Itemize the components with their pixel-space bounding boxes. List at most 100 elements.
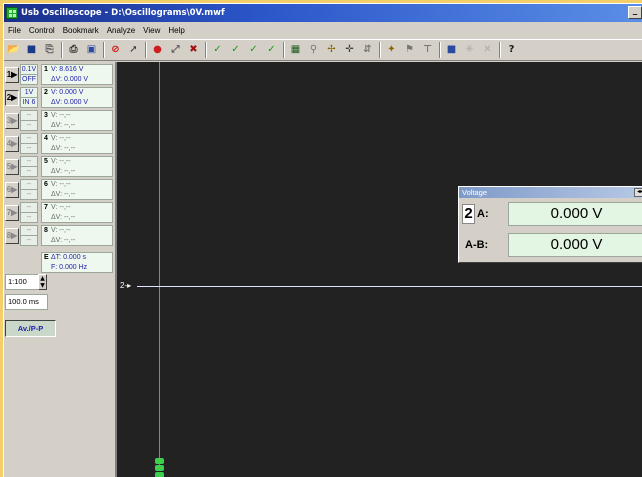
channel-3-coupling: -- xyxy=(26,122,32,129)
check-b-icon[interactable]: ✓ xyxy=(264,42,279,58)
menu-view[interactable]: View xyxy=(139,22,164,39)
channel-8-voltage: V: --,-- xyxy=(51,227,71,234)
channel-7-number: 7 xyxy=(44,204,48,211)
clear-icon[interactable]: ✳ xyxy=(462,42,477,58)
channel-6-toggle-button[interactable]: 6▶ xyxy=(5,182,19,198)
cursor-align-icon[interactable]: ⇵ xyxy=(360,42,375,58)
channel-4-coupling: -- xyxy=(26,145,32,152)
channel-2-toggle-button[interactable]: 2▶ xyxy=(5,90,19,106)
voltage-row-ab: A-B: 0.000 V xyxy=(461,231,642,259)
delta-time-value: ΔT: 0.000 s xyxy=(51,254,87,261)
export-icon[interactable]: ⎘ xyxy=(42,42,57,58)
channel-4-toggle-button[interactable]: 4▶ xyxy=(5,136,19,152)
channel-1-toggle-button[interactable]: 1▶ xyxy=(5,67,19,83)
menu-bookmark[interactable]: Bookmark xyxy=(59,22,103,39)
open-icon[interactable]: 📂 xyxy=(6,42,21,58)
menu-file[interactable]: File xyxy=(4,22,25,39)
trigger-icon[interactable]: ⊤ xyxy=(420,42,435,58)
vertical-cursor-line[interactable] xyxy=(159,62,160,467)
channel-2-marker[interactable]: 2-▸ xyxy=(120,279,131,293)
save-icon[interactable]: ■ xyxy=(24,42,39,58)
voltage-ab-label: A-B: xyxy=(465,239,489,251)
print-icon[interactable]: ⎙ xyxy=(66,42,81,58)
voltage-channel-number[interactable]: 2 xyxy=(462,204,475,224)
channel-1-coupling: OFF xyxy=(22,76,36,83)
frequency-value: F: 0.000 Hz xyxy=(51,264,88,271)
run-icon[interactable]: ➚ xyxy=(126,42,141,58)
channel-panel: 1▶ 0.1V OFF 1 V: 8.616 V ΔV: 0.000 V 2▶ 1V IN 62… xyxy=(4,62,115,477)
channel-7-coupling: -- xyxy=(26,214,32,221)
voltage-window-dock-button[interactable]: ◂▸ xyxy=(634,188,642,197)
channel-3-toggle-button[interactable]: 3▶ xyxy=(5,113,19,129)
title-bar[interactable]: Usb Oscilloscope - D:\Oscillograms\0V.mw… xyxy=(4,4,642,22)
toolbar-separator xyxy=(379,42,381,58)
voltage-window-title[interactable]: Voltage ◂▸ xyxy=(459,187,642,198)
menu-bar: File Control Bookmark Analyze View Help xyxy=(4,22,642,39)
channel-7-toggle-button[interactable]: 7▶ xyxy=(5,205,19,221)
channel-2-coupling: IN 6 xyxy=(22,99,36,106)
toolbar-separator xyxy=(205,42,207,58)
menu-analyze[interactable]: Analyze xyxy=(103,22,139,39)
channel-4-delta-voltage: ΔV: --,-- xyxy=(51,145,76,152)
channel-4-scale: -- xyxy=(21,134,37,144)
record-icon[interactable]: ● xyxy=(150,42,165,58)
menu-control[interactable]: Control xyxy=(25,22,59,39)
cursor-tool-icon[interactable]: ⤢ xyxy=(168,42,183,58)
voltage-a-value: 0.000 V xyxy=(508,202,642,226)
probe-ratio-field[interactable]: 1:100 xyxy=(5,274,39,290)
probe-ratio-spinner[interactable]: ▲ ▼ xyxy=(38,274,47,290)
spectrum-icon[interactable]: ▦ xyxy=(288,42,303,58)
toolbar-separator xyxy=(499,42,501,58)
time-per-div-field[interactable]: 100.0 ms xyxy=(5,294,48,310)
channel-4-settings[interactable]: -- -- xyxy=(20,133,38,154)
delete-icon[interactable]: ✕ xyxy=(480,42,495,58)
cursor-cross-icon[interactable]: ✛ xyxy=(342,42,357,58)
toolbar: 📂 ■ ⎘ ⎙ ▣ ⊘ ➚ ● ⤢ ✖ ✓ ✓ ✓ ✓ ▦ ⚲ ✢ ✛ ⇵ ✦ ⚑ ⊤ ■ ✳ ✕? xyxy=(4,39,642,61)
channel-2-readout: 2 V: 0.000 V ΔV: 0.000 V xyxy=(41,87,113,108)
channel-5-toggle-button[interactable]: 5▶ xyxy=(5,159,19,175)
average-peak-button[interactable]: Av./P-P xyxy=(5,320,56,337)
measure-icon[interactable]: ✢ xyxy=(324,42,339,58)
screen-icon[interactable]: ■ xyxy=(444,42,459,58)
toolbar-separator xyxy=(61,42,63,58)
channel-7-settings[interactable]: -- -- xyxy=(20,202,38,223)
marker-icon[interactable]: ⚑ xyxy=(402,42,417,58)
channel-2-voltage: V: 0.000 V xyxy=(51,89,84,96)
voltage-ab-value: 0.000 V xyxy=(508,233,642,257)
scope-screen[interactable]: 2-▸ Voltage ◂▸ 2 A: 0.000 V A-B: 0.000 V xyxy=(115,62,642,477)
channel-6-number: 6 xyxy=(44,181,48,188)
voltage-a-label: A: xyxy=(477,208,489,220)
channel-1-voltage: V: 8.616 V xyxy=(51,66,84,73)
channel-6-readout: 6 V: --,-- ΔV: --,-- xyxy=(41,179,113,200)
print-setup-icon[interactable]: ▣ xyxy=(84,42,99,58)
channel-8-coupling: -- xyxy=(26,237,32,244)
bookmark-icon[interactable]: ✦ xyxy=(384,42,399,58)
zoom-icon[interactable]: ⚲ xyxy=(306,42,321,58)
minimize-button[interactable]: _ xyxy=(628,6,642,19)
app-icon[interactable] xyxy=(6,7,18,19)
channel-7-readout: 7 V: --,-- ΔV: --,-- xyxy=(41,202,113,223)
help-icon[interactable]: ? xyxy=(504,42,519,58)
stop-icon[interactable]: ⊘ xyxy=(108,42,123,58)
tools-icon[interactable]: ✖ xyxy=(186,42,201,58)
channel-3-settings[interactable]: -- -- xyxy=(20,110,38,131)
menu-help[interactable]: Help xyxy=(164,22,188,39)
channel-3-delta-voltage: ΔV: --,-- xyxy=(51,122,76,129)
voltage-window[interactable]: Voltage ◂▸ 2 A: 0.000 V A-B: 0.000 V xyxy=(458,186,642,263)
check-a-icon[interactable]: ✓ xyxy=(228,42,243,58)
channel-8-toggle-button[interactable]: 8▶ xyxy=(5,228,19,244)
app-window: Usb Oscilloscope - D:\Oscillograms\0V.mw… xyxy=(3,3,642,477)
channel-3-number: 3 xyxy=(44,112,48,119)
channel-5-settings[interactable]: -- -- xyxy=(20,156,38,177)
channel-2-settings[interactable]: 1V IN 6 xyxy=(20,87,38,108)
channel-8-settings[interactable]: -- -- xyxy=(20,225,38,246)
check-double-icon[interactable]: ✓ xyxy=(246,42,261,58)
check-icon[interactable]: ✓ xyxy=(210,42,225,58)
channel-1-settings[interactable]: 0.1V OFF xyxy=(20,64,38,85)
channel-1-scale: 0.1V xyxy=(21,66,37,75)
channel-8-delta-voltage: ΔV: --,-- xyxy=(51,237,76,244)
cursor-handle[interactable] xyxy=(155,458,164,477)
toolbar-separator xyxy=(145,42,147,58)
channel-5-coupling: -- xyxy=(26,168,32,175)
channel-6-settings[interactable]: -- -- xyxy=(20,179,38,200)
